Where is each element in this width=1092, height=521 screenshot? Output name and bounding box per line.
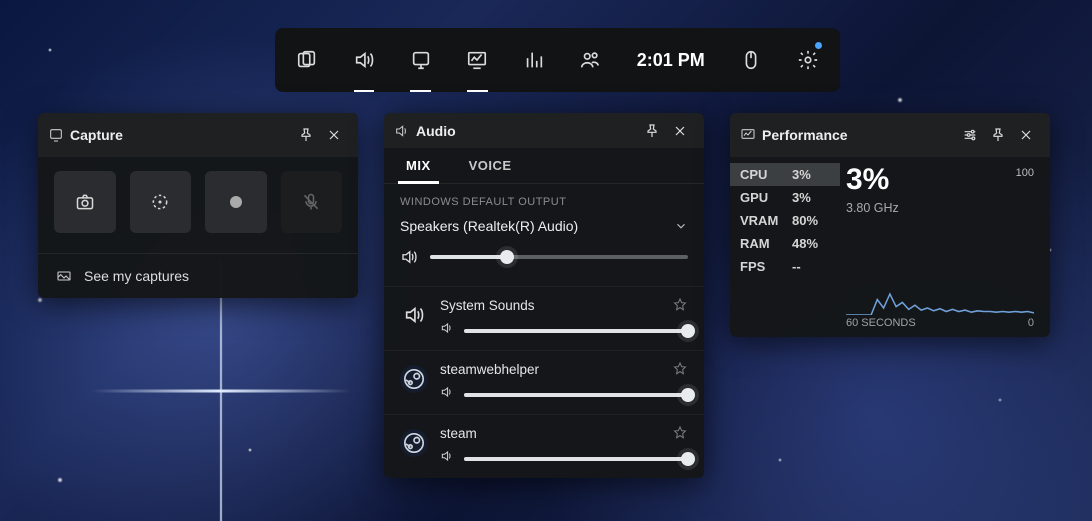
- speaker-icon: [400, 301, 428, 329]
- output-device-name: Speakers (Realtek(R) Audio): [400, 218, 674, 234]
- record-icon: [230, 196, 242, 208]
- favorite-star[interactable]: [672, 361, 688, 377]
- app-volume-slider[interactable]: [464, 386, 688, 404]
- chart-timespan: 60 SECONDS: [846, 317, 916, 329]
- pin-button[interactable]: [292, 121, 320, 149]
- screenshot-button[interactable]: [54, 171, 116, 233]
- master-volume-slider[interactable]: [430, 248, 688, 266]
- metric-gpu[interactable]: GPU 3%: [730, 186, 840, 209]
- pin-button[interactable]: [638, 117, 666, 145]
- toolbar-clock: 2:01 PM: [619, 50, 723, 71]
- steam-icon: [400, 365, 428, 393]
- app-volume-slider[interactable]: [464, 450, 688, 468]
- favorite-star[interactable]: [672, 425, 688, 441]
- audio-toolbar-button[interactable]: [336, 28, 393, 92]
- app-name: steamwebhelper: [440, 362, 672, 377]
- default-output-label: WINDOWS DEFAULT OUTPUT: [384, 184, 704, 212]
- metric-vram[interactable]: VRAM 80%: [730, 209, 840, 232]
- chevron-down-icon: [674, 219, 688, 233]
- volume-icon[interactable]: [440, 449, 454, 468]
- close-button[interactable]: [1012, 121, 1040, 149]
- capture-widget: Capture See my captures: [38, 113, 358, 298]
- volume-icon[interactable]: [440, 321, 454, 340]
- record-last-button[interactable]: [130, 171, 192, 233]
- xbox-game-bar-toolbar: 2:01 PM: [275, 28, 840, 92]
- see-my-captures-link[interactable]: See my captures: [38, 253, 358, 298]
- performance-metric-list: CPU 3% GPU 3% VRAM 80% RAM 48% FPS --: [730, 163, 840, 329]
- metric-ram[interactable]: RAM 48%: [730, 232, 840, 255]
- audio-icon: [394, 123, 410, 139]
- app-volume-list: System Sounds steamwebhelper steam: [384, 282, 704, 478]
- capture-icon: [48, 127, 64, 143]
- settings-notification-dot: [815, 42, 822, 49]
- mic-toggle-button[interactable]: [281, 171, 343, 233]
- master-volume-row: [384, 244, 704, 282]
- see-my-captures-label: See my captures: [84, 268, 189, 284]
- performance-big-value: 3%: [846, 165, 1034, 195]
- tab-voice[interactable]: VOICE: [463, 148, 518, 183]
- audio-widget: Audio MIX VOICE WINDOWS DEFAULT OUTPUT S…: [384, 113, 704, 478]
- favorite-star[interactable]: [672, 297, 688, 313]
- metric-fps[interactable]: FPS --: [730, 255, 840, 278]
- metric-cpu[interactable]: CPU 3%: [730, 163, 840, 186]
- audio-title: Audio: [416, 123, 638, 139]
- app-name: System Sounds: [440, 298, 672, 313]
- performance-title: Performance: [762, 127, 956, 143]
- capture-buttons-row: [38, 157, 358, 253]
- volume-icon[interactable]: [400, 248, 418, 266]
- performance-widget: Performance CPU 3% GPU 3% VRAM 80%: [730, 113, 1050, 337]
- close-button[interactable]: [666, 117, 694, 145]
- app-name: steam: [440, 426, 672, 441]
- output-device-selector[interactable]: Speakers (Realtek(R) Audio): [384, 212, 704, 244]
- chart-ymax: 100: [1016, 167, 1034, 179]
- app-volume-row: steamwebhelper: [384, 350, 704, 414]
- resources-toolbar-button[interactable]: [506, 28, 563, 92]
- app-volume-slider[interactable]: [464, 322, 688, 340]
- mouse-settings-button[interactable]: [723, 28, 780, 92]
- capture-toolbar-button[interactable]: [392, 28, 449, 92]
- app-volume-row: System Sounds: [384, 286, 704, 350]
- performance-toolbar-button[interactable]: [449, 28, 506, 92]
- audio-tabs: MIX VOICE: [384, 148, 704, 184]
- app-volume-row: steam: [384, 414, 704, 478]
- close-button[interactable]: [320, 121, 348, 149]
- chart-ymin: 0: [1028, 317, 1034, 329]
- performance-options-button[interactable]: [956, 121, 984, 149]
- capture-title: Capture: [70, 127, 292, 143]
- capture-header: Capture: [38, 113, 358, 157]
- start-recording-button[interactable]: [205, 171, 267, 233]
- performance-chart: [846, 245, 1034, 315]
- performance-header: Performance: [730, 113, 1050, 157]
- audio-header: Audio: [384, 113, 704, 148]
- settings-toolbar-button[interactable]: [779, 28, 836, 92]
- performance-sub-value: 3.80 GHz: [846, 201, 1034, 215]
- volume-icon[interactable]: [440, 385, 454, 404]
- gallery-icon: [56, 268, 72, 284]
- widgets-menu-button[interactable]: [279, 28, 336, 92]
- performance-icon: [740, 127, 756, 143]
- pin-button[interactable]: [984, 121, 1012, 149]
- tab-mix[interactable]: MIX: [400, 148, 437, 183]
- xbox-social-toolbar-button[interactable]: [562, 28, 619, 92]
- steam-icon: [400, 429, 428, 457]
